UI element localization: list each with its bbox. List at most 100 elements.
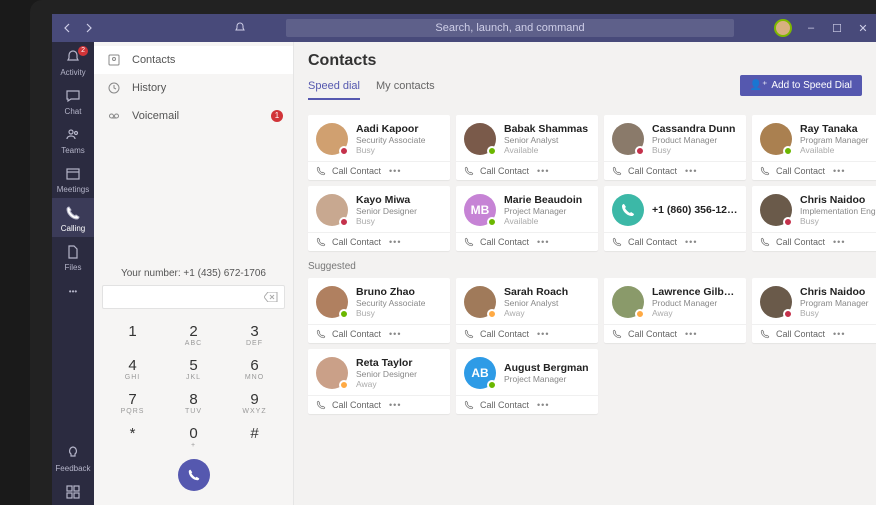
contact-card[interactable]: Ray TanakaProgram ManagerAvailableCall C… [752,115,876,180]
more-options-button[interactable]: ••• [833,237,845,247]
titlebar: Search, launch, and command – ☐ ✕ [52,14,876,42]
call-contact-button[interactable]: Call Contact [332,237,381,247]
dial-key-1[interactable]: 1 [102,317,163,351]
contact-name: August Bergman [504,362,589,374]
phone-icon [464,329,474,339]
dial-key-6[interactable]: 6MNO [224,351,285,385]
more-options-button[interactable]: ••• [537,400,549,410]
current-user-avatar[interactable] [774,19,792,37]
contact-card[interactable]: Babak ShammasSenior AnalystAvailableCall… [456,115,598,180]
call-contact-button[interactable]: Call Contact [332,329,381,339]
panel-item-voicemail[interactable]: Voicemail 1 [94,102,293,130]
contact-card[interactable]: MBMarie BeaudoinProject ManagerAvailable… [456,186,598,251]
dial-key-0[interactable]: 0+ [163,419,224,453]
contact-presence: Busy [356,216,417,226]
dial-key-*[interactable]: * [102,419,163,453]
dial-key-2[interactable]: 2ABC [163,317,224,351]
panel-item-history[interactable]: History [94,74,293,102]
window-maximize-button[interactable]: ☐ [824,22,850,35]
more-options-button[interactable]: ••• [685,329,697,339]
more-options-button[interactable]: ••• [537,166,549,176]
call-contact-button[interactable]: Call Contact [332,166,381,176]
call-contact-button[interactable]: Call Contact [480,400,529,410]
call-contact-button[interactable]: Call Contact [480,166,529,176]
contact-card[interactable]: Sarah RoachSenior AnalystAwayCall Contac… [456,278,598,343]
add-to-speed-dial-button[interactable]: 👤⁺ Add to Speed Dial [740,75,862,96]
panel-item-label: Voicemail [132,110,179,122]
avatar: AB [464,357,496,389]
avatar [760,194,792,226]
contact-card[interactable]: Aadi KapoorSecurity AssociateBusyCall Co… [308,115,450,180]
dial-key-7[interactable]: 7PQRS [102,385,163,419]
call-contact-button[interactable]: Call Contact [480,329,529,339]
nav-back-button[interactable] [60,20,76,36]
phone-icon [316,400,326,410]
dial-key-4[interactable]: 4GHI [102,351,163,385]
more-options-button[interactable]: ••• [537,237,549,247]
contact-card[interactable]: Chris NaidooImplementation EngineerBusyC… [752,186,876,251]
call-contact-button[interactable]: Call Contact [628,166,677,176]
contact-card[interactable]: Kayo MiwaSenior DesignerBusyCall Contact… [308,186,450,251]
dial-key-3[interactable]: 3DEF [224,317,285,351]
teams-icon [64,126,82,144]
lightbulb-icon [64,444,82,462]
more-options-button[interactable]: ••• [389,166,401,176]
more-options-button[interactable]: ••• [685,166,697,176]
rail-item-chat[interactable]: Chat [52,81,94,120]
rail-item-apps[interactable] [52,477,94,505]
contact-card[interactable]: Cassandra DunnProduct ManagerBusyCall Co… [604,115,746,180]
rail-item-meetings[interactable]: Meetings [52,159,94,198]
dial-key-5[interactable]: 5JKL [163,351,224,385]
dial-call-button[interactable] [178,459,210,491]
presence-indicator [783,217,793,227]
rail-item-files[interactable]: Files [52,237,94,276]
nav-forward-button[interactable] [80,20,96,36]
dial-key-9[interactable]: 9WXYZ [224,385,285,419]
app-window: Search, launch, and command – ☐ ✕ 2 Acti… [52,14,876,505]
more-options-button[interactable]: ••• [833,166,845,176]
rail-item-calling[interactable]: Calling [52,198,94,237]
call-contact-button[interactable]: Call Contact [776,237,825,247]
tab-my-contacts[interactable]: My contacts [376,76,435,100]
contact-card[interactable]: Lawrence GilbertsonProduct ManagerAwayCa… [604,278,746,343]
notifications-icon[interactable] [234,22,246,34]
more-options-button[interactable]: ••• [685,237,697,247]
contact-card[interactable]: +1 (860) 356-1212Call Contact••• [604,186,746,251]
panel-item-label: History [132,82,166,94]
more-options-button[interactable]: ••• [833,329,845,339]
dial-key-#[interactable]: # [224,419,285,453]
tab-speed-dial[interactable]: Speed dial [308,76,360,100]
backspace-icon[interactable] [264,292,278,302]
rail-item-teams[interactable]: Teams [52,120,94,159]
call-contact-button[interactable]: Call Contact [776,329,825,339]
contact-card[interactable]: Bruno ZhaoSecurity AssociateBusyCall Con… [308,278,450,343]
presence-indicator [635,309,645,319]
more-options-button[interactable]: ••• [389,237,401,247]
rail-item-activity[interactable]: 2 Activity [52,42,94,81]
contact-name: Babak Shammas [504,123,588,135]
more-options-button[interactable]: ••• [537,329,549,339]
window-close-button[interactable]: ✕ [850,22,876,35]
call-contact-button[interactable]: Call Contact [480,237,529,247]
rail-item-feedback[interactable]: Feedback [52,438,94,477]
contact-card[interactable]: Reta TaylorSenior DesignerAwayCall Conta… [308,349,450,414]
main-content: Contacts Speed dial My contacts 👤⁺ Add t… [294,42,876,505]
more-options-button[interactable]: ••• [389,400,401,410]
panel-item-contacts[interactable]: Contacts [94,46,293,74]
call-contact-button[interactable]: Call Contact [332,400,381,410]
contact-card[interactable]: Chris NaidooProgram ManagerBusyCall Cont… [752,278,876,343]
presence-indicator [487,309,497,319]
call-contact-button[interactable]: Call Contact [776,166,825,176]
window-minimize-button[interactable]: – [798,22,824,34]
call-contact-button[interactable]: Call Contact [628,237,677,247]
search-input[interactable]: Search, launch, and command [286,19,734,37]
rail-item-more[interactable]: ••• [52,276,94,304]
more-options-button[interactable]: ••• [389,329,401,339]
contact-presence: Available [504,145,588,155]
dialer-input[interactable] [102,285,285,309]
dial-key-8[interactable]: 8TUV [163,385,224,419]
contact-card[interactable]: ABAugust BergmanProject ManagerCall Cont… [456,349,598,414]
contact-role: Security Associate [356,298,425,308]
rail-label: Meetings [57,185,89,194]
call-contact-button[interactable]: Call Contact [628,329,677,339]
